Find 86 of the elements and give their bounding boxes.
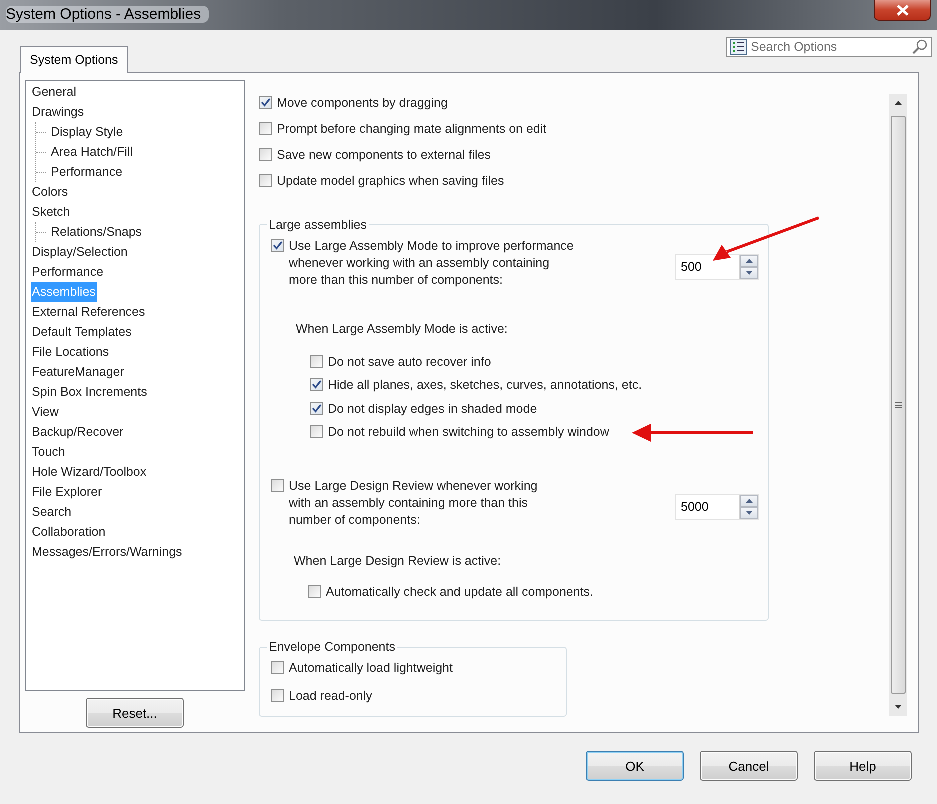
tree-item[interactable]: Spin Box Increments [31,382,148,402]
tree-item[interactable]: Collaboration [31,522,107,542]
up-arrow-icon [746,498,752,503]
tree-item[interactable]: Display Style [50,122,124,142]
tree-item[interactable]: File Explorer [31,482,104,502]
tree-item[interactable]: Relations/Snaps [50,222,144,242]
reset-button[interactable]: Reset... [86,698,184,728]
checkbox[interactable] [271,478,284,492]
number-field[interactable]: 500 [681,260,731,274]
checkbox[interactable] [271,238,284,252]
checkbox[interactable] [308,584,321,598]
number-spinner[interactable]: 5000 [675,494,759,520]
spin-up-button[interactable] [740,254,758,267]
checkmark-icon [312,404,322,413]
tree-item[interactable]: Search [31,502,73,522]
tree-item[interactable]: Performance [31,262,105,282]
tree-item[interactable]: Colors [31,182,70,202]
down-arrow-icon [746,510,752,515]
search-field[interactable]: Search Options [751,40,908,54]
tree-item[interactable]: Messages/Errors/Warnings [31,542,184,562]
tree-item[interactable]: Display/Selection [31,242,129,262]
option-label: Update model graphics when saving files [277,173,504,190]
down-arrow-icon [746,270,752,275]
option-label: Save new components to external files [277,147,492,164]
checkmark-icon [272,240,282,250]
tree-item[interactable]: Default Templates [31,322,133,342]
close-icon [896,4,910,16]
option-label: Do not rebuild when switching to assembly window [328,424,610,442]
checkbox[interactable] [310,354,323,368]
up-arrow-icon [894,101,902,105]
checkbox[interactable] [310,402,323,415]
tree-item[interactable]: Backup/Recover [31,422,125,442]
checkbox[interactable] [259,96,272,109]
checkmark-icon [312,380,322,390]
group-title: Large assemblies [268,218,368,232]
option-label: Load read-only [289,688,372,705]
list-icon [730,39,747,55]
down-arrow-icon [894,705,902,709]
option-label: Automatically load lightweight [289,660,453,677]
dialog-button[interactable]: Help [814,751,912,781]
up-arrow-icon [746,258,752,263]
tree-item[interactable]: Drawings [31,102,86,122]
search-box[interactable]: Search Options [726,37,932,57]
dialog-button[interactable]: Cancel [700,751,798,781]
tree-item[interactable]: Performance [50,162,124,182]
tree-item[interactable]: View [31,402,60,422]
scrollbar[interactable] [889,94,907,716]
search-icon [912,39,928,55]
option-label: Hide all planes, axes, sketches, curves, annotations, etc. [328,377,642,394]
option-label: Do not save auto recover info [328,354,492,371]
scrollbar-thumb[interactable] [890,116,906,694]
tree-item[interactable]: General [31,82,78,102]
tree-item[interactable]: Touch [31,442,66,462]
grip-icon [894,402,902,408]
subheading: When Large Design Review is active: [294,552,502,570]
checkbox[interactable] [259,122,272,135]
window-title: System Options - Assemblies [6,6,210,23]
option-label: Prompt before changing mate alignments on edit [277,121,547,138]
checkbox[interactable] [310,378,323,392]
checkbox[interactable] [271,689,284,702]
number-field[interactable]: 5000 [681,500,731,514]
spin-down-button[interactable] [740,266,758,279]
tree-item[interactable]: FeatureManager [31,362,126,382]
option-label: Move components by dragging [277,95,448,112]
tree-item[interactable]: File Locations [31,342,110,362]
option-label: Use Large Design Review whenever working with an assembly containing more than this number of components: [289,478,539,529]
close-button[interactable] [874,0,931,21]
option-label: Use Large Assembly Mode to improve performance whenever working with an assembly containing more than this number of components: [289,238,575,289]
option-label: Do not display edges in shaded mode [328,400,538,418]
checkbox[interactable] [259,174,272,187]
checkbox[interactable] [271,661,284,674]
subheading: When Large Assembly Mode is active: [296,320,509,338]
tree-item[interactable]: Hole Wizard/Toolbox [31,462,148,482]
tree-item[interactable]: External References [31,302,146,322]
checkbox[interactable] [310,425,323,438]
number-spinner[interactable]: 500 [675,254,759,280]
checkmark-icon [260,98,270,107]
checkbox[interactable] [259,148,272,161]
spin-down-button[interactable] [740,506,758,519]
tree-item[interactable]: Area Hatch/Fill [50,142,134,162]
tree-item[interactable]: Sketch [31,202,72,222]
tab[interactable]: System Options [20,46,128,73]
group-title: Envelope Components [268,640,396,654]
option-label: Automatically check and update all components. [326,584,594,601]
spin-up-button[interactable] [740,494,758,507]
dialog-button[interactable]: OK [586,751,684,781]
